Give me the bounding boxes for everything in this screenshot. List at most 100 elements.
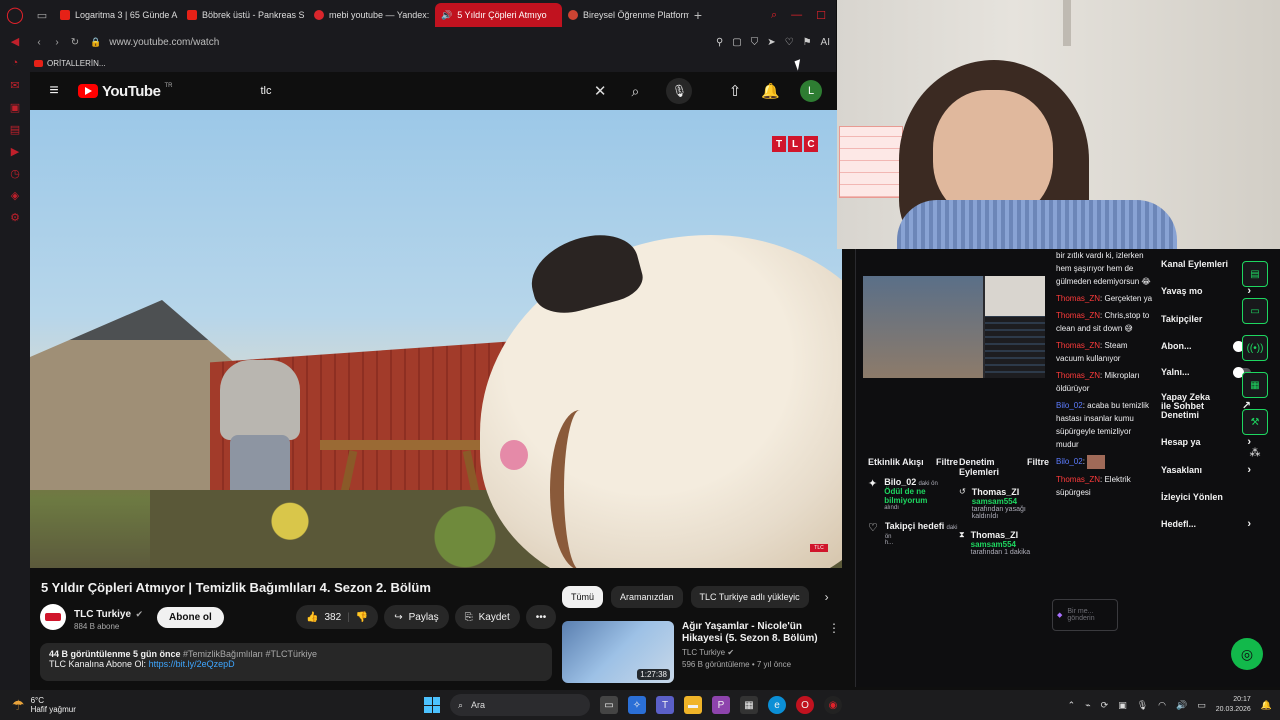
menu-icon[interactable]: ≡ xyxy=(30,82,78,100)
volume-icon[interactable]: 🔊 xyxy=(1176,700,1187,711)
app-tray-icon[interactable]: ▣ xyxy=(1118,700,1127,711)
back-icon[interactable]: ‹ xyxy=(30,37,48,48)
forward-icon[interactable]: › xyxy=(48,37,66,48)
wrench-icon[interactable]: ⚒ xyxy=(1242,409,1268,435)
subscribe-link[interactable]: https://bit.ly/2eQzepD xyxy=(149,659,235,669)
banned-words-row[interactable]: Yasaklanı › xyxy=(1161,464,1251,476)
ai-moderation-row[interactable]: Yapay Zeka ile Sohbet Denetimi ↗ xyxy=(1161,393,1251,420)
slow-mode-row[interactable]: Yavaş mo › xyxy=(1161,285,1251,297)
opera-logo-icon[interactable]: ◯ xyxy=(0,0,30,30)
tab-menu-icon[interactable]: ▭ xyxy=(30,0,54,30)
recommended-title[interactable]: Ağır Yaşamlar - Nicole'ün Hikayesi (5. S… xyxy=(682,621,840,645)
sidebar-back-icon[interactable]: ◀ xyxy=(0,30,30,52)
minimize-icon[interactable]: — xyxy=(791,9,802,22)
weather-widget[interactable]: ☂ 6°C Hafif yağmur xyxy=(0,696,76,714)
clock[interactable]: 20:17 20.03.2026 xyxy=(1216,695,1251,715)
snapshot-icon[interactable]: ▢ xyxy=(732,37,741,48)
tab-current-video[interactable]: 🔊 5 Yıldır Çöpleri Atmıyo xyxy=(435,3,562,27)
bits-icon[interactable]: ◆ xyxy=(1057,611,1062,619)
shield-icon[interactable]: ⛉ xyxy=(751,37,759,48)
task-view-icon[interactable]: ▭ xyxy=(600,696,618,714)
extension-icon[interactable]: ⚑ xyxy=(803,37,812,48)
goals-row[interactable]: Hedefl... › xyxy=(1161,518,1251,530)
add-action-icon[interactable]: ⁂ xyxy=(1242,446,1268,459)
broadcast-icon[interactable]: ((•)) xyxy=(1242,335,1268,361)
chip-from-uploader[interactable]: TLC Turkiye adlı yükleyic xyxy=(690,586,809,608)
recommended-channel[interactable]: TLC Turkiye xyxy=(682,648,725,657)
sidebar-history-icon[interactable]: ◷ xyxy=(0,162,30,184)
activity-filter-button[interactable]: Filtre xyxy=(936,457,958,467)
recommended-video[interactable]: 1:27:38 Ağır Yaşamlar - Nicole'ün Hikaye… xyxy=(562,621,840,683)
teams-icon[interactable]: T xyxy=(656,696,674,714)
tray-chevron-icon[interactable]: ⌃ xyxy=(1068,700,1076,711)
notification-bell-icon[interactable]: 🔔 xyxy=(761,82,780,100)
tab-yandex[interactable]: mebi youtube — Yandex: xyxy=(308,3,435,27)
battery-icon[interactable]: ▭ xyxy=(1197,700,1206,711)
moderation-filter-button[interactable]: Filtre xyxy=(1027,457,1049,467)
search-tabs-icon[interactable]: ⌕ xyxy=(771,9,777,22)
more-actions-button[interactable]: ••• xyxy=(525,605,557,629)
chat-fab-button[interactable]: ◎ xyxy=(1231,638,1263,670)
heart-icon[interactable]: ♡ xyxy=(785,37,794,48)
avatar[interactable]: L xyxy=(800,80,822,102)
opera-icon[interactable]: O xyxy=(796,696,814,714)
sync-icon[interactable]: ⟳ xyxy=(1101,700,1109,711)
notification-icon[interactable]: 🔔 xyxy=(1261,700,1272,711)
save-button[interactable]: ⎘ Kaydet xyxy=(454,605,520,629)
account-age-row[interactable]: Hesap ya › xyxy=(1161,436,1251,448)
sidebar-aria-icon[interactable]: ◔ xyxy=(0,52,30,74)
chip-from-search[interactable]: Aramanızdan xyxy=(611,586,683,608)
subscribe-button[interactable]: Abone ol xyxy=(157,606,224,628)
moderation-item[interactable]: ↺ Thomas_ZI samsam554 tarafından yasağı … xyxy=(959,487,1049,520)
edge-icon[interactable]: e xyxy=(768,696,786,714)
chevron-right-icon[interactable]: › xyxy=(825,590,829,604)
sidebar-messages-icon[interactable]: ✉ xyxy=(0,74,30,96)
tab-logaritma[interactable]: Logaritma 3 | 65 Günde A xyxy=(54,3,181,27)
opera-gx-icon[interactable]: ◉ xyxy=(824,696,842,714)
file-explorer-icon[interactable]: ▬ xyxy=(684,696,702,714)
activity-item[interactable]: ✦ Bilo_02 daki ön Ödül de ne bilmiyorum … xyxy=(868,477,958,511)
pin-icon[interactable]: ⚲ xyxy=(716,37,723,48)
search-icon[interactable]: ⌕ xyxy=(622,78,648,104)
search-input[interactable]: tlc ✕ xyxy=(252,78,614,104)
mic-icon[interactable]: 🎙 xyxy=(1137,700,1148,711)
more-vert-icon[interactable]: ⋮ xyxy=(828,621,840,635)
sidebar-settings-icon[interactable]: ⚙ xyxy=(0,206,30,228)
like-button[interactable]: 👍 382 | 👎 xyxy=(296,605,379,629)
taskbar-search[interactable]: ⌕ Ara xyxy=(450,694,590,716)
activity-item[interactable]: ♡ Takipçi hedefi daki ön h... xyxy=(868,521,958,546)
channel-name[interactable]: TLC Turkiye xyxy=(74,609,131,620)
start-menu-icon[interactable] xyxy=(424,697,440,713)
stream-layout-icon[interactable]: ▦ xyxy=(1242,372,1268,398)
hashtags[interactable]: #TemizlikBağımlıları #TLCTürkiye xyxy=(183,649,317,659)
chip-all[interactable]: Tümü xyxy=(562,586,604,608)
url-field[interactable]: www.youtube.com/watch xyxy=(109,37,219,48)
viewer-redirect-row[interactable]: İzleyici Yönlen xyxy=(1161,492,1251,502)
sidebar-instagram-icon[interactable]: ▣ xyxy=(0,96,30,118)
notes-icon[interactable]: ▤ xyxy=(1242,261,1268,287)
video-player[interactable]: T L C TLC xyxy=(30,110,842,568)
ai-button[interactable]: AI xyxy=(821,37,830,48)
send-icon[interactable]: ➤ xyxy=(767,37,775,48)
new-tab-icon[interactable]: + xyxy=(689,7,707,23)
chat-input[interactable]: ◆ Bir me... gönderin xyxy=(1052,599,1118,631)
maximize-icon[interactable]: ☐ xyxy=(816,9,826,22)
tab-bobrek[interactable]: Böbrek üstü - Pankreas S xyxy=(181,3,308,27)
recommended-thumbnail[interactable]: 1:27:38 xyxy=(562,621,674,683)
sidebar-pinboard-icon[interactable]: ◈ xyxy=(0,184,30,206)
share-button[interactable]: ↪ Paylaş xyxy=(384,605,449,629)
youtube-logo[interactable]: YouTube TR xyxy=(78,83,172,100)
clear-search-icon[interactable]: ✕ xyxy=(594,82,607,100)
description-box[interactable]: 44 B görüntülenme 5 gün önce #TemizlikBa… xyxy=(40,643,552,681)
microphone-icon[interactable]: 🎙 xyxy=(666,78,693,104)
chat-bubble-icon[interactable]: ▭ xyxy=(1242,298,1268,324)
network-icon[interactable]: ⌁ xyxy=(1085,700,1090,711)
moderation-item[interactable]: ⧗ Thomas_ZI samsam554 tarafından 1 dakik… xyxy=(959,530,1049,556)
thumbs-down-icon[interactable]: 👎 xyxy=(356,612,368,623)
wifi-icon[interactable]: ◠ xyxy=(1158,700,1166,711)
bookmark-item[interactable]: ORİTALLERİN... xyxy=(47,59,106,68)
upload-icon[interactable]: ⇧ xyxy=(729,82,742,100)
followers-only-row[interactable]: Takipçiler› xyxy=(1161,313,1251,325)
store-icon[interactable]: ▦ xyxy=(740,696,758,714)
channel-avatar[interactable] xyxy=(40,604,66,630)
